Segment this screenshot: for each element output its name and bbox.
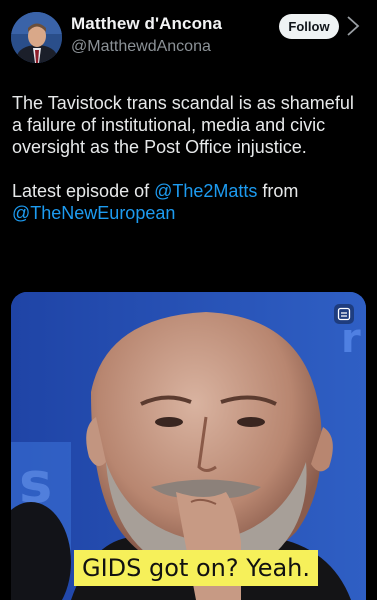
mention-the2matts[interactable]: @The2Matts: [154, 181, 257, 201]
tweet-text: The Tavistock trans scandal is as shamef…: [12, 92, 364, 224]
gallery-icon[interactable]: [334, 304, 354, 324]
author-avatar[interactable]: [11, 12, 62, 63]
tweet-text-prefix: Latest episode of: [12, 181, 155, 201]
tweet-media[interactable]: r s GIDS got on? Yeah.: [11, 292, 366, 600]
video-caption: GIDS got on? Yeah.: [74, 550, 319, 586]
tweet-paragraph-2: Latest episode of @The2Matts from @TheNew…: [12, 180, 364, 224]
tweet-text-mid: from: [257, 181, 299, 201]
follow-button[interactable]: Follow: [279, 14, 339, 39]
avatar-image: [11, 12, 62, 63]
tweet-paragraph-1: The Tavistock trans scandal is as shamef…: [12, 93, 354, 157]
chevron-right-icon[interactable]: [339, 12, 367, 40]
author-name[interactable]: Matthew d'Ancona: [71, 14, 222, 34]
mention-thenewEuropean[interactable]: @TheNewEuropean: [12, 203, 175, 223]
author-handle[interactable]: @MatthewdAncona: [71, 38, 211, 56]
